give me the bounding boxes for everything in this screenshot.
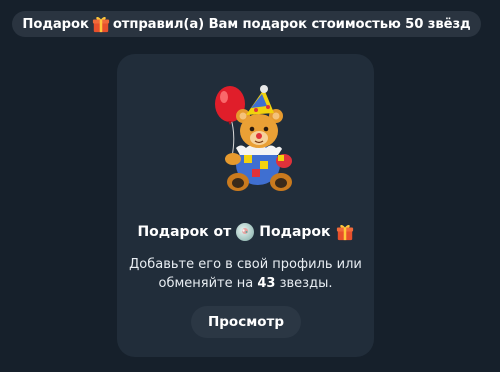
teddy-bear-sticker[interactable] (206, 85, 298, 193)
view-button[interactable]: Просмотр (191, 306, 301, 338)
gift-description-line2: обменяйте на 43 звезды. (117, 274, 374, 293)
gift-title-sender[interactable]: Подарок (259, 224, 330, 240)
gift-title: Подарок от Подарок (117, 223, 374, 241)
service-message: Подарок отправил(а) Вам подарок стоимост… (12, 11, 481, 37)
gift-description-line1: Добавьте его в свой профиль или (129, 257, 362, 272)
service-message-text: отправил(а) Вам подарок стоимостью 50 зв… (112, 16, 471, 32)
avatar-icon (242, 228, 249, 234)
gift-card: Подарок от Подарок Добавьте его в свой п… (117, 54, 374, 357)
gift-description: Добавьте его в свой профиль или обменяйт… (117, 255, 374, 293)
exchange-prefix: обменяйте на (158, 276, 254, 291)
gift-icon (92, 16, 109, 33)
sender-avatar[interactable] (236, 223, 255, 241)
exchange-suffix: звезды. (279, 276, 333, 291)
sender-name[interactable]: Подарок (22, 17, 89, 32)
stars-amount: 43 (257, 276, 276, 291)
gift-icon (336, 224, 353, 241)
gift-title-prefix: Подарок от (137, 224, 232, 240)
